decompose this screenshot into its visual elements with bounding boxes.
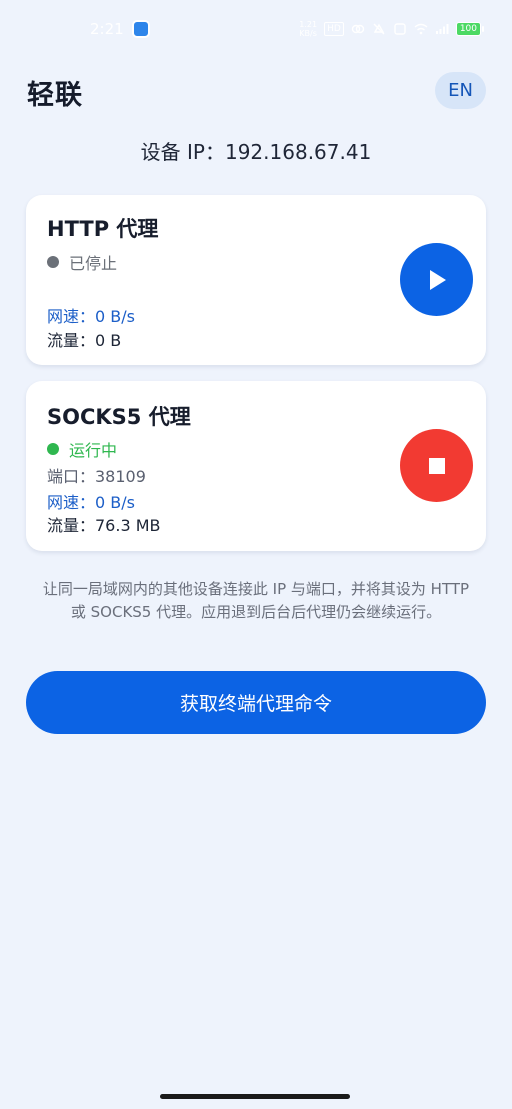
battery-level: 100 bbox=[455, 22, 481, 36]
stopped-status-dot bbox=[47, 256, 59, 268]
http-proxy-title: HTTP 代理 bbox=[47, 217, 159, 241]
http-proxy-traffic: 流量：0 B bbox=[47, 331, 122, 350]
running-status-dot bbox=[47, 443, 59, 455]
home-indicator[interactable] bbox=[160, 1094, 350, 1099]
socks5-proxy-port: 端口：38109 bbox=[47, 467, 146, 486]
status-bar: 2:21 1.21 KB/s HD 100 bbox=[0, 0, 512, 58]
socks5-proxy-card: SOCKS5 代理 运行中 端口：38109 网速：0 B/s 流量：76.3 … bbox=[26, 381, 486, 551]
socks5-proxy-traffic: 流量：76.3 MB bbox=[47, 516, 161, 535]
get-terminal-proxy-command-button[interactable]: 获取终端代理命令 bbox=[26, 671, 486, 734]
status-time: 2:21 bbox=[90, 20, 124, 38]
link-icon bbox=[351, 24, 365, 34]
play-icon bbox=[429, 269, 446, 290]
app-notification-icon bbox=[131, 20, 150, 38]
network-speed: 1.21 KB/s bbox=[299, 20, 318, 38]
nfc-icon bbox=[394, 23, 406, 35]
http-proxy-speed: 网速：0 B/s bbox=[47, 307, 135, 326]
socks5-proxy-status-text: 运行中 bbox=[69, 441, 118, 460]
device-ip-label: 设备 IP：192.168.67.41 bbox=[140, 140, 372, 164]
socks5-proxy-title: SOCKS5 代理 bbox=[47, 405, 191, 429]
socks5-proxy-status: 运行中 bbox=[47, 437, 117, 461]
status-left: 2:21 bbox=[90, 20, 150, 38]
hd-badge: HD bbox=[324, 22, 344, 36]
socks5-proxy-speed: 网速：0 B/s bbox=[47, 493, 135, 512]
language-toggle-button[interactable]: EN bbox=[435, 72, 486, 109]
http-proxy-status-text: 已停止 bbox=[69, 254, 118, 273]
battery-tip bbox=[482, 26, 484, 32]
http-proxy-status: 已停止 bbox=[47, 250, 117, 274]
stop-socks5-proxy-button[interactable] bbox=[400, 429, 473, 502]
http-proxy-card: HTTP 代理 已停止 网速：0 B/s 流量：0 B bbox=[26, 195, 486, 365]
wifi-icon bbox=[414, 23, 428, 35]
app-title: 轻联 bbox=[27, 80, 83, 111]
start-http-proxy-button[interactable] bbox=[400, 243, 473, 316]
usage-hint: 让同一局域网内的其他设备连接此 IP 与端口，并将其设为 HTTP 或 SOCK… bbox=[42, 580, 470, 621]
signal-icon bbox=[435, 24, 449, 34]
battery-indicator: 100 bbox=[455, 22, 484, 36]
status-right: 1.21 KB/s HD 100 bbox=[299, 20, 484, 38]
stop-icon bbox=[428, 457, 445, 474]
app-screen: 2:21 1.21 KB/s HD 100 轻联 EN 设备 IP：192.16… bbox=[0, 0, 512, 1109]
mute-icon bbox=[373, 23, 385, 35]
